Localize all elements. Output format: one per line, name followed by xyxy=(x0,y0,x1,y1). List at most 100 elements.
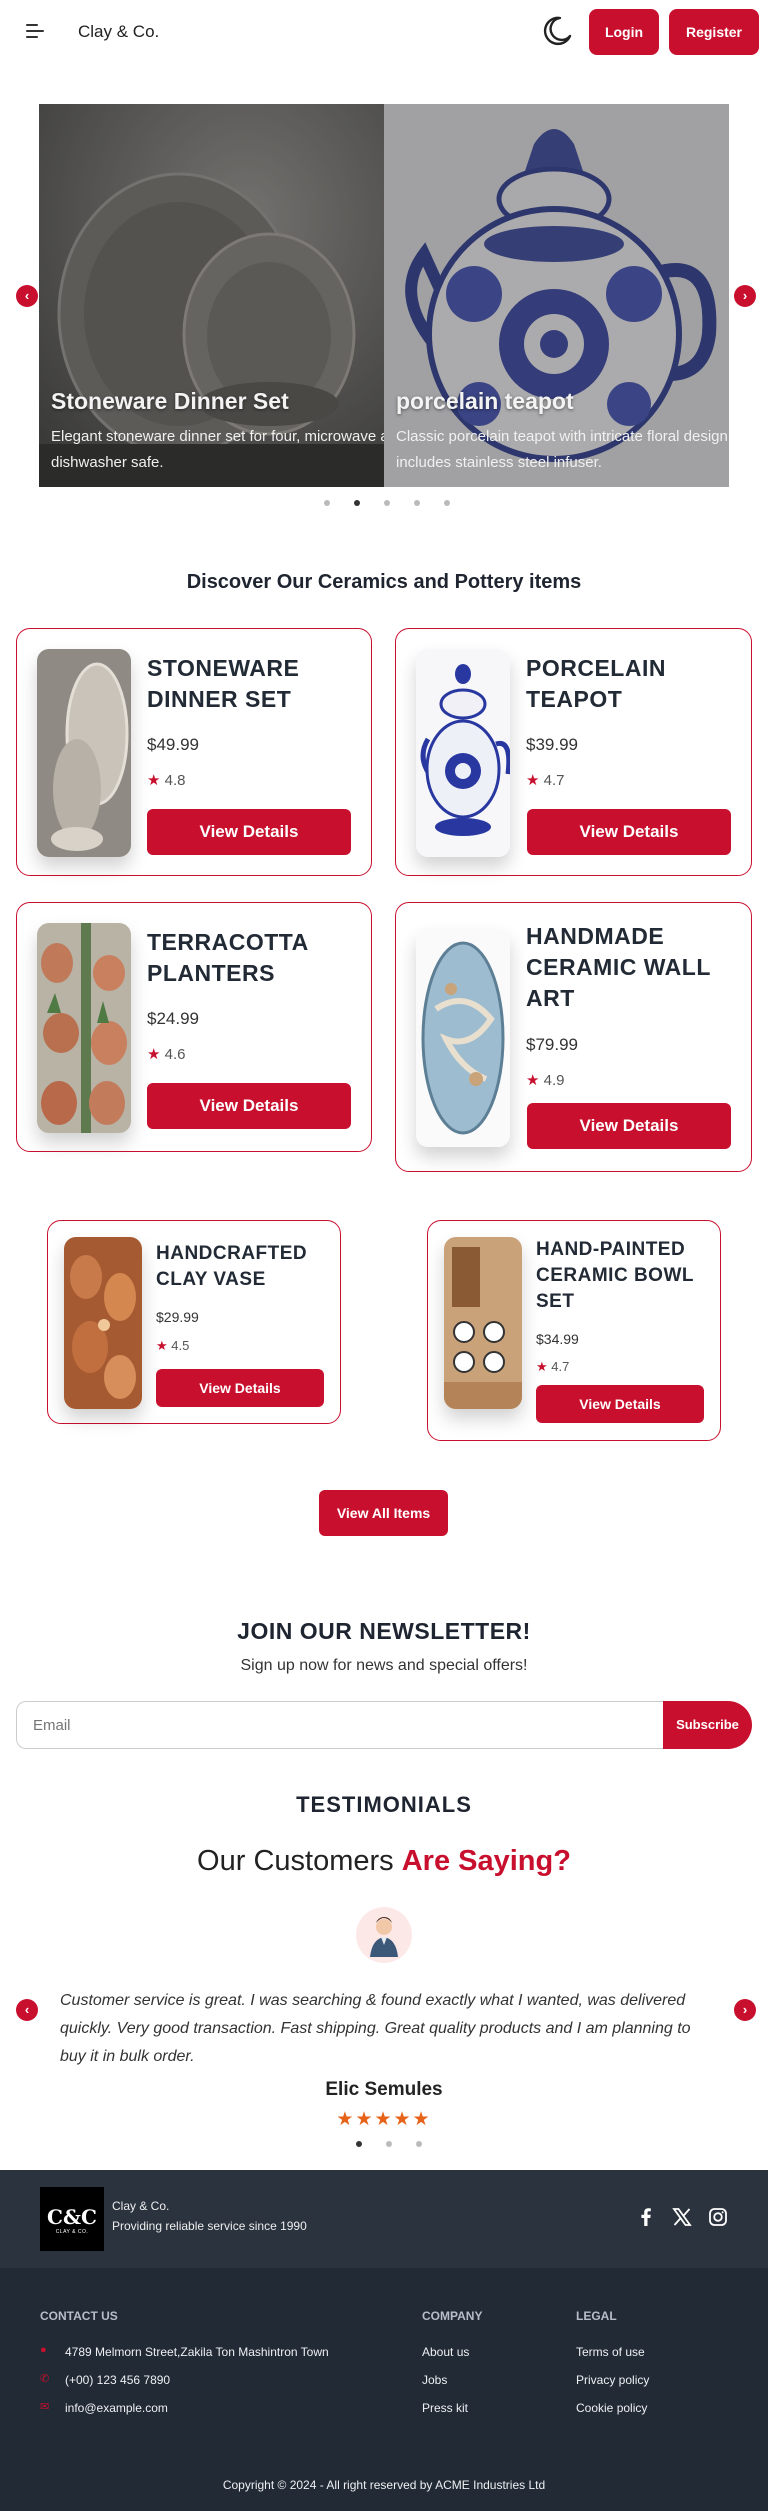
testimonial-quote: Customer service is great. I was searchi… xyxy=(60,1992,691,2065)
footer-brand: Clay & Co. xyxy=(112,2199,170,2213)
legal-heading: LEGAL xyxy=(576,2309,617,2323)
site-brand[interactable]: Clay & Co. xyxy=(78,22,159,42)
product-name[interactable]: HANDMADE CERAMIC WALL ART xyxy=(526,921,736,1014)
carousel-slide[interactable]: Stoneware Dinner Set Elegant stoneware d… xyxy=(39,104,384,487)
product-name[interactable]: PORCELAIN TEAPOT xyxy=(526,653,736,715)
instagram-icon[interactable] xyxy=(707,2206,729,2228)
product-name[interactable]: STONEWARE DINNER SET xyxy=(147,653,357,715)
facebook-icon[interactable] xyxy=(635,2206,657,2228)
subtitle-accent: Are Saying? xyxy=(401,1845,571,1877)
product-rating: ★ 4.5 xyxy=(156,1338,189,1354)
footer-link-cookie[interactable]: Cookie policy xyxy=(576,2401,647,2415)
footer-link-terms[interactable]: Terms of use xyxy=(576,2345,645,2359)
carousel-dot[interactable] xyxy=(324,500,330,506)
star-icon: ★ xyxy=(156,1338,168,1353)
chevron-left-icon: ‹ xyxy=(24,288,30,303)
product-price: $79.99 xyxy=(526,1035,578,1054)
view-details-button[interactable]: View Details xyxy=(527,809,731,855)
view-details-button[interactable]: View Details xyxy=(156,1369,324,1407)
star-icon: ★ xyxy=(536,1359,548,1374)
testimonial-dots xyxy=(352,2141,422,2149)
login-button[interactable]: Login xyxy=(589,9,659,55)
product-name[interactable]: TERRACOTTA PLANTERS xyxy=(147,927,357,989)
view-details-button[interactable]: View Details xyxy=(527,1103,731,1149)
testimonial-prev-button[interactable]: ‹ xyxy=(16,1999,38,2021)
contact-email[interactable]: info@example.com xyxy=(65,2401,168,2415)
rating-value: 4.7 xyxy=(543,772,565,789)
logo-subtext: CLAY & CO. xyxy=(55,2229,89,2235)
product-card: HANDMADE CERAMIC WALL ART $79.99 ★ 4.9 V… xyxy=(395,902,752,1172)
mail-icon: ✉ xyxy=(40,2401,50,2413)
product-card: HANDCRAFTED CLAY VASE $29.99 ★ 4.5 View … xyxy=(47,1220,341,1424)
newsletter-title: JOIN OUR NEWSLETTER! xyxy=(237,1618,531,1644)
carousel-dot[interactable] xyxy=(416,2141,422,2147)
product-rating: ★ 4.9 xyxy=(526,1071,564,1089)
rating-value: 4.6 xyxy=(164,1046,186,1063)
view-details-button[interactable]: View Details xyxy=(536,1385,704,1423)
rating-value: 4.9 xyxy=(543,1072,565,1089)
rating-value: 4.5 xyxy=(171,1338,190,1353)
product-image xyxy=(444,1237,522,1409)
moon-icon[interactable] xyxy=(540,14,574,48)
phone-icon: ✆ xyxy=(40,2373,50,2385)
footer-main xyxy=(0,2268,768,2511)
product-price: $24.99 xyxy=(147,1009,199,1028)
product-card: HAND-PAINTED CERAMIC BOWL SET $34.99 ★ 4… xyxy=(427,1220,721,1441)
rating-value: 4.7 xyxy=(551,1359,570,1374)
product-price: $39.99 xyxy=(526,735,578,754)
carousel-dot[interactable] xyxy=(356,2141,362,2147)
products-section-title: Discover Our Ceramics and Pottery items xyxy=(186,571,582,593)
register-button[interactable]: Register xyxy=(669,9,759,55)
carousel-dot[interactable] xyxy=(386,2141,392,2147)
product-image xyxy=(416,929,510,1147)
contact-phone[interactable]: (+00) 123 456 7890 xyxy=(65,2373,170,2387)
star-icon: ★ xyxy=(526,1072,540,1089)
view-all-items-button[interactable]: View All Items xyxy=(319,1490,448,1536)
footer-logo[interactable]: C&C CLAY & CO. xyxy=(40,2187,104,2251)
view-details-button[interactable]: View Details xyxy=(147,1083,351,1129)
company-heading: COMPANY xyxy=(422,2309,483,2323)
testimonials-subtitle: Our Customers Are Saying? xyxy=(0,1845,768,1878)
product-rating: ★ 4.6 xyxy=(147,1045,185,1063)
carousel-slide[interactable]: porcelain teapot Classic porcelain teapo… xyxy=(384,104,729,487)
carousel-prev-button[interactable]: ‹ xyxy=(16,285,38,307)
carousel-dot[interactable] xyxy=(354,500,360,506)
chevron-right-icon: › xyxy=(742,288,748,303)
product-image xyxy=(416,649,510,857)
product-name[interactable]: HANDCRAFTED CLAY VASE xyxy=(156,1241,326,1293)
x-icon[interactable] xyxy=(671,2206,693,2228)
slide-title: porcelain teapot xyxy=(396,388,574,414)
testimonial-stars: ★★★★★ xyxy=(336,2109,432,2130)
footer-link-jobs[interactable]: Jobs xyxy=(422,2373,447,2387)
product-image xyxy=(64,1237,142,1409)
product-card: PORCELAIN TEAPOT $39.99 ★ 4.7 View Detai… xyxy=(395,628,752,876)
footer-tagline: Providing reliable service since 1990 xyxy=(112,2219,307,2233)
newsletter-email-input[interactable] xyxy=(16,1701,664,1749)
avatar xyxy=(356,1907,412,1963)
footer-link-privacy[interactable]: Privacy policy xyxy=(576,2373,649,2387)
product-price: $49.99 xyxy=(147,735,199,754)
testimonial-next-button[interactable]: › xyxy=(734,1999,756,2021)
footer-link-press-kit[interactable]: Press kit xyxy=(422,2401,468,2415)
star-icon: ★ xyxy=(147,772,161,789)
product-rating: ★ 4.7 xyxy=(526,771,564,789)
menu-icon[interactable] xyxy=(26,24,44,38)
product-image xyxy=(37,923,131,1133)
carousel-dot[interactable] xyxy=(414,500,420,506)
chevron-left-icon: ‹ xyxy=(24,2002,30,2017)
product-rating: ★ 4.7 xyxy=(536,1359,569,1375)
product-price: $34.99 xyxy=(536,1331,579,1347)
product-rating: ★ 4.8 xyxy=(147,771,185,789)
slide-title: Stoneware Dinner Set xyxy=(51,388,289,414)
product-image xyxy=(37,649,131,857)
carousel-dot[interactable] xyxy=(384,500,390,506)
star-icon: ★ xyxy=(526,772,540,789)
product-name[interactable]: HAND-PAINTED CERAMIC BOWL SET xyxy=(536,1237,712,1315)
subtitle-plain: Our Customers xyxy=(197,1845,394,1877)
carousel-dot[interactable] xyxy=(444,500,450,506)
footer-link-about[interactable]: About us xyxy=(422,2345,469,2359)
carousel-next-button[interactable]: › xyxy=(734,285,756,307)
map-pin-icon: ● xyxy=(40,2344,47,2356)
view-details-button[interactable]: View Details xyxy=(147,809,351,855)
subscribe-button[interactable]: Subscribe xyxy=(663,1701,752,1749)
